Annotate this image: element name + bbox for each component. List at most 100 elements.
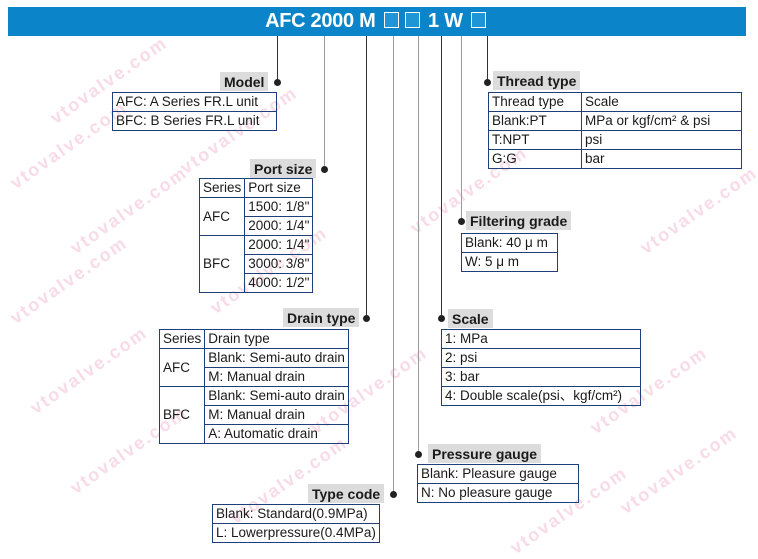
table-row: Blank:PT MPa or kgf/cm² & psi: [488, 111, 742, 131]
scale-option: 1: MPa: [441, 329, 641, 349]
connector-dot: [438, 315, 445, 322]
connector-drain-type: [366, 36, 368, 318]
connector-scale: [441, 36, 443, 318]
table-row: T:NPT psi: [488, 130, 742, 150]
thread-scale: bar: [581, 149, 742, 169]
table-row: Blank: 40 μ m: [461, 233, 558, 253]
connector-dot: [321, 166, 328, 173]
model-label: Model: [220, 72, 269, 91]
thread-option: G:G: [488, 149, 582, 169]
header-drain-type: Drain type: [204, 329, 349, 349]
header-port-size: Port size: [244, 178, 314, 198]
drain-option: A: Automatic drain: [204, 424, 349, 444]
scale-option: 4: Double scale(psi、kgf/cm²): [441, 386, 641, 406]
code-suffix: 1 W: [427, 10, 463, 32]
connector-model: [277, 36, 279, 82]
table-row: BFC Blank: Semi-auto drain: [158, 386, 349, 444]
port-size-option: 3000: 3/8": [244, 254, 314, 274]
thread-type-label: Thread type: [493, 71, 581, 90]
drain-type-table: Series Drain type AFC Blank: Semi-auto d…: [158, 329, 349, 444]
type-code-option: L: Lowerpressure(0.4MPa): [212, 523, 380, 543]
gauge-option: Blank: Pleasure gauge: [417, 464, 579, 484]
header-series: Series: [198, 178, 246, 198]
placeholder-box-icon: [470, 12, 486, 28]
watermark: vtovalve.com: [636, 162, 758, 258]
scale-label: Scale: [448, 309, 493, 328]
scale-table: 1: MPa 2: psi 3: bar 4: Double scale(psi…: [441, 329, 641, 406]
connector-dot: [484, 79, 491, 86]
thread-option: T:NPT: [488, 130, 582, 150]
table-row: BFC: B Series FR.L unit: [112, 111, 277, 131]
connector-dot: [274, 79, 281, 86]
table-row: 2: psi: [441, 348, 641, 368]
port-size-option: 1500: 1/8": [244, 197, 314, 217]
type-code-label: Type code: [308, 484, 385, 503]
table-row: BFC 2000: 1/4": [198, 235, 314, 293]
table-header: Series Port size: [198, 178, 314, 198]
connector-pressure-gauge: [418, 36, 420, 454]
table-row: AFC: A Series FR.L unit: [112, 92, 277, 112]
filter-option: Blank: 40 μ m: [461, 233, 558, 253]
table-row: AFC Blank: Semi-auto drain: [158, 348, 349, 387]
gauge-option: N: No pleasure gauge: [417, 483, 579, 503]
connector-dot: [415, 451, 422, 458]
scale-option: 3: bar: [441, 367, 641, 387]
series-cell: BFC: [198, 235, 246, 293]
port-size-option: 2000: 1/4": [244, 216, 314, 236]
connector-type-code: [393, 36, 395, 494]
watermark: vtovalve.com: [616, 422, 742, 518]
header-scale: Scale: [581, 92, 742, 112]
placeholder-box-icon: [404, 12, 420, 28]
series-cell: AFC: [158, 348, 206, 387]
table-row: Blank: Standard(0.9MPa): [212, 504, 380, 524]
port-size-option: 2000: 1/4": [244, 235, 314, 255]
table-row: L: Lowerpressure(0.4MPa): [212, 523, 380, 543]
drain-option: Blank: Semi-auto drain: [204, 348, 349, 368]
connector-dot: [363, 315, 370, 322]
connector-port-size: [324, 36, 326, 169]
model-table: AFC: A Series FR.L unit BFC: B Series FR…: [112, 92, 277, 131]
drain-option: M: Manual drain: [204, 405, 349, 425]
drain-type-label: Drain type: [283, 308, 360, 327]
filtering-grade-label: Filtering grade: [466, 211, 572, 230]
model-option: AFC: A Series FR.L unit: [112, 92, 277, 112]
port-size-option: 4000: 1/2": [244, 273, 314, 293]
table-row: 1: MPa: [441, 329, 641, 349]
thread-scale: psi: [581, 130, 742, 150]
table-row: 3: bar: [441, 367, 641, 387]
watermark: vtovalve.com: [26, 322, 152, 418]
watermark: vtovalve.com: [6, 232, 132, 328]
table-header: Thread type Scale: [488, 92, 742, 112]
connector-filtering-grade: [461, 36, 463, 221]
scale-option: 2: psi: [441, 348, 641, 368]
watermark: vtovalve.com: [66, 162, 192, 258]
table-row: AFC 1500: 1/8": [198, 197, 314, 236]
thread-scale: MPa or kgf/cm² & psi: [581, 111, 742, 131]
table-row: G:G bar: [488, 149, 742, 169]
thread-type-table: Thread type Scale Blank:PT MPa or kgf/cm…: [488, 92, 742, 169]
connector-dot: [390, 491, 397, 498]
filter-option: W: 5 μ m: [461, 252, 558, 272]
drain-option: Blank: Semi-auto drain: [204, 386, 349, 406]
thread-option: Blank:PT: [488, 111, 582, 131]
pressure-gauge-label: Pressure gauge: [428, 444, 542, 463]
pressure-gauge-table: Blank: Pleasure gauge N: No pleasure gau…: [417, 464, 579, 503]
model-option: BFC: B Series FR.L unit: [112, 111, 277, 131]
header-thread-type: Thread type: [488, 92, 582, 112]
port-size-label: Port size: [250, 159, 317, 178]
code-prefix: AFC 2000 M: [265, 10, 376, 32]
table-row: W: 5 μ m: [461, 252, 558, 272]
drain-option: M: Manual drain: [204, 367, 349, 387]
placeholder-box-icon: [383, 12, 399, 28]
connector-thread-type: [487, 36, 489, 82]
table-header: Series Drain type: [158, 329, 349, 349]
header-series: Series: [158, 329, 206, 349]
table-row: N: No pleasure gauge: [417, 483, 579, 503]
connector-dot: [458, 218, 465, 225]
table-row: 4: Double scale(psi、kgf/cm²): [441, 386, 641, 406]
type-code-table: Blank: Standard(0.9MPa) L: Lowerpressure…: [212, 504, 380, 543]
filtering-grade-table: Blank: 40 μ m W: 5 μ m: [461, 233, 558, 272]
type-code-option: Blank: Standard(0.9MPa): [212, 504, 380, 524]
series-cell: AFC: [198, 197, 246, 236]
table-row: Blank: Pleasure gauge: [417, 464, 579, 484]
